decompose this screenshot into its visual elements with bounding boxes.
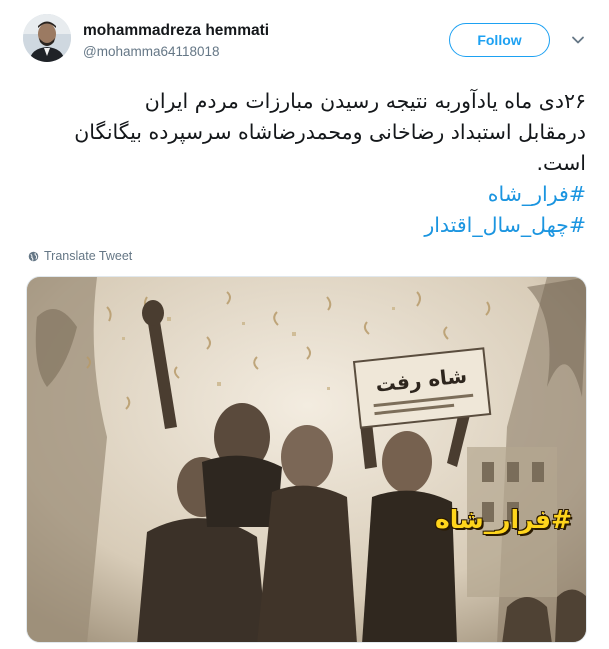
tweet-text-line: است. [536, 151, 586, 175]
follow-button[interactable]: Follow [449, 23, 550, 57]
hashtag-link[interactable]: #چهل_سال_اقتدار [16, 210, 586, 241]
overlay-hashtag: #فرار_شاه [434, 505, 572, 534]
tweet-text: ۲۶دی ماه یادآوربه نتیجه رسیدن مبارزات مر… [16, 86, 586, 241]
tweet-media-image[interactable]: شاه رفت #فرار_شاه [26, 276, 587, 643]
tweet-card: mohammadreza hemmati @mohamma64118018 Fo… [0, 0, 609, 649]
user-handle[interactable]: @mohamma64118018 [83, 44, 220, 59]
tweet-text-line: درمقابل استبداد رضاخانی ومحمدرضاشاه سرسپ… [74, 120, 586, 144]
chevron-down-icon[interactable] [571, 33, 585, 47]
translate-tweet-link[interactable]: Translate Tweet [28, 249, 132, 263]
translate-tweet-label: Translate Tweet [44, 249, 133, 263]
protest-photo: شاه رفت [27, 277, 586, 642]
display-name[interactable]: mohammadreza hemmati [83, 22, 269, 40]
avatar[interactable] [23, 14, 71, 62]
hashtag-link[interactable]: #فرار_شاه [16, 179, 586, 210]
tweet-text-line: ۲۶دی ماه یادآوربه نتیجه رسیدن مبارزات مر… [144, 89, 586, 113]
globe-icon [28, 251, 39, 261]
